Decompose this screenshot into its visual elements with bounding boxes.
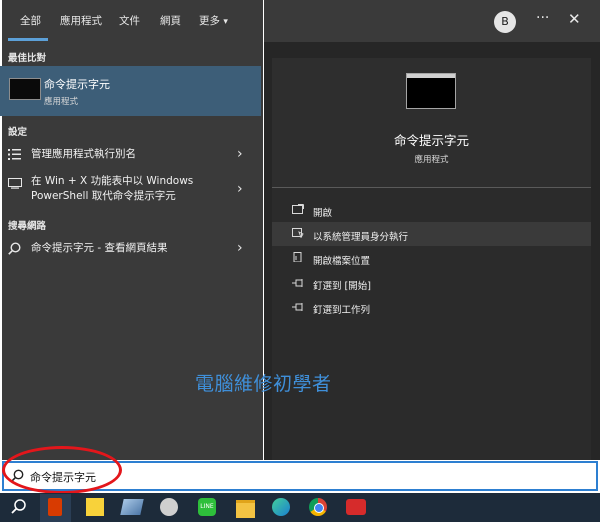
chevron-right-icon: › — [237, 146, 243, 162]
best-match-heading: 最佳比對 — [8, 53, 47, 64]
action-pin-start-label: 釘選到 [開始] — [313, 281, 371, 292]
sticky-notes-icon[interactable] — [86, 498, 104, 516]
monitor-icon — [8, 178, 22, 189]
setting-app-execution-alias[interactable]: 管理應用程式執行別名 › — [0, 142, 261, 168]
tab-more[interactable]: 更多 ▾ — [199, 13, 228, 28]
watermark-text: 電腦維修初學者 — [195, 373, 332, 395]
best-match-subtitle: 應用程式 — [44, 97, 79, 107]
chrome-icon[interactable] — [309, 498, 327, 516]
command-prompt-large-icon — [406, 73, 456, 109]
office-icon[interactable] — [48, 498, 62, 516]
setting-label: 管理應用程式執行別名 — [31, 148, 136, 160]
window-titlebar — [407, 74, 455, 78]
pin-icon — [292, 279, 303, 287]
tab-all[interactable]: 全部 — [20, 13, 41, 28]
search-icon[interactable] — [10, 498, 30, 518]
line-icon[interactable]: LINE — [198, 498, 216, 516]
chevron-right-icon: › — [237, 240, 243, 256]
close-icon[interactable]: ✕ — [568, 10, 581, 28]
search-icon — [8, 242, 21, 255]
tab-documents[interactable]: 文件 — [119, 13, 140, 28]
run-as-admin-icon — [292, 228, 304, 238]
more-options-icon[interactable]: ··· — [536, 10, 549, 26]
edge-icon[interactable] — [272, 498, 290, 516]
search-tabs: 全部 應用程式 文件 網頁 更多 ▾ — [0, 0, 261, 42]
ccleaner-icon[interactable] — [346, 499, 366, 515]
action-run-as-admin-label: 以系統管理員身分執行 — [313, 232, 409, 243]
file-location-icon — [293, 252, 302, 262]
pin-icon — [292, 303, 303, 311]
action-pin-taskbar-label: 釘選到工作列 — [313, 305, 371, 316]
setting-label-line2: PowerShell 取代命令提示字元 — [31, 190, 176, 202]
chrome-center — [314, 503, 324, 513]
start-search-window: 全部 應用程式 文件 網頁 更多 ▾ 最佳比對 命令提示字元 應用程式 設定 管… — [0, 0, 600, 522]
paint-icon[interactable] — [160, 498, 178, 516]
tab-more-label: 更多 — [199, 15, 220, 27]
chevron-down-icon: ▾ — [223, 17, 228, 27]
web-search-result[interactable]: 命令提示字元 - 查看網頁結果 › — [0, 236, 261, 262]
chevron-right-icon: › — [237, 181, 243, 197]
highlight-circle — [2, 446, 122, 494]
setting-label-line1: 在 Win + X 功能表中以 Windows — [31, 175, 194, 187]
action-open-label: 開啟 — [313, 208, 333, 219]
open-icon — [292, 204, 304, 214]
command-prompt-icon — [9, 78, 41, 100]
active-tab-indicator — [8, 38, 48, 41]
preview-app-subtitle: 應用程式 — [414, 155, 449, 165]
file-explorer-icon[interactable] — [236, 500, 255, 518]
web-result-label: 命令提示字元 - 查看網頁結果 — [31, 242, 168, 254]
setting-winx-powershell[interactable]: 在 Win + X 功能表中以 Windows PowerShell 取代命令提… — [0, 172, 261, 208]
settings-heading: 設定 — [8, 127, 28, 138]
best-match-title: 命令提示字元 — [44, 78, 110, 91]
list-icon — [8, 149, 21, 160]
tab-apps[interactable]: 應用程式 — [60, 13, 102, 28]
web-search-heading: 搜尋網路 — [8, 221, 47, 232]
preview-app-title: 命令提示字元 — [393, 133, 469, 148]
action-open-file-location-label: 開啟檔案位置 — [313, 256, 371, 267]
account-avatar[interactable]: B — [494, 11, 516, 33]
top-controls — [264, 0, 600, 42]
tab-web[interactable]: 網頁 — [160, 13, 181, 28]
app-icon[interactable] — [120, 499, 144, 515]
